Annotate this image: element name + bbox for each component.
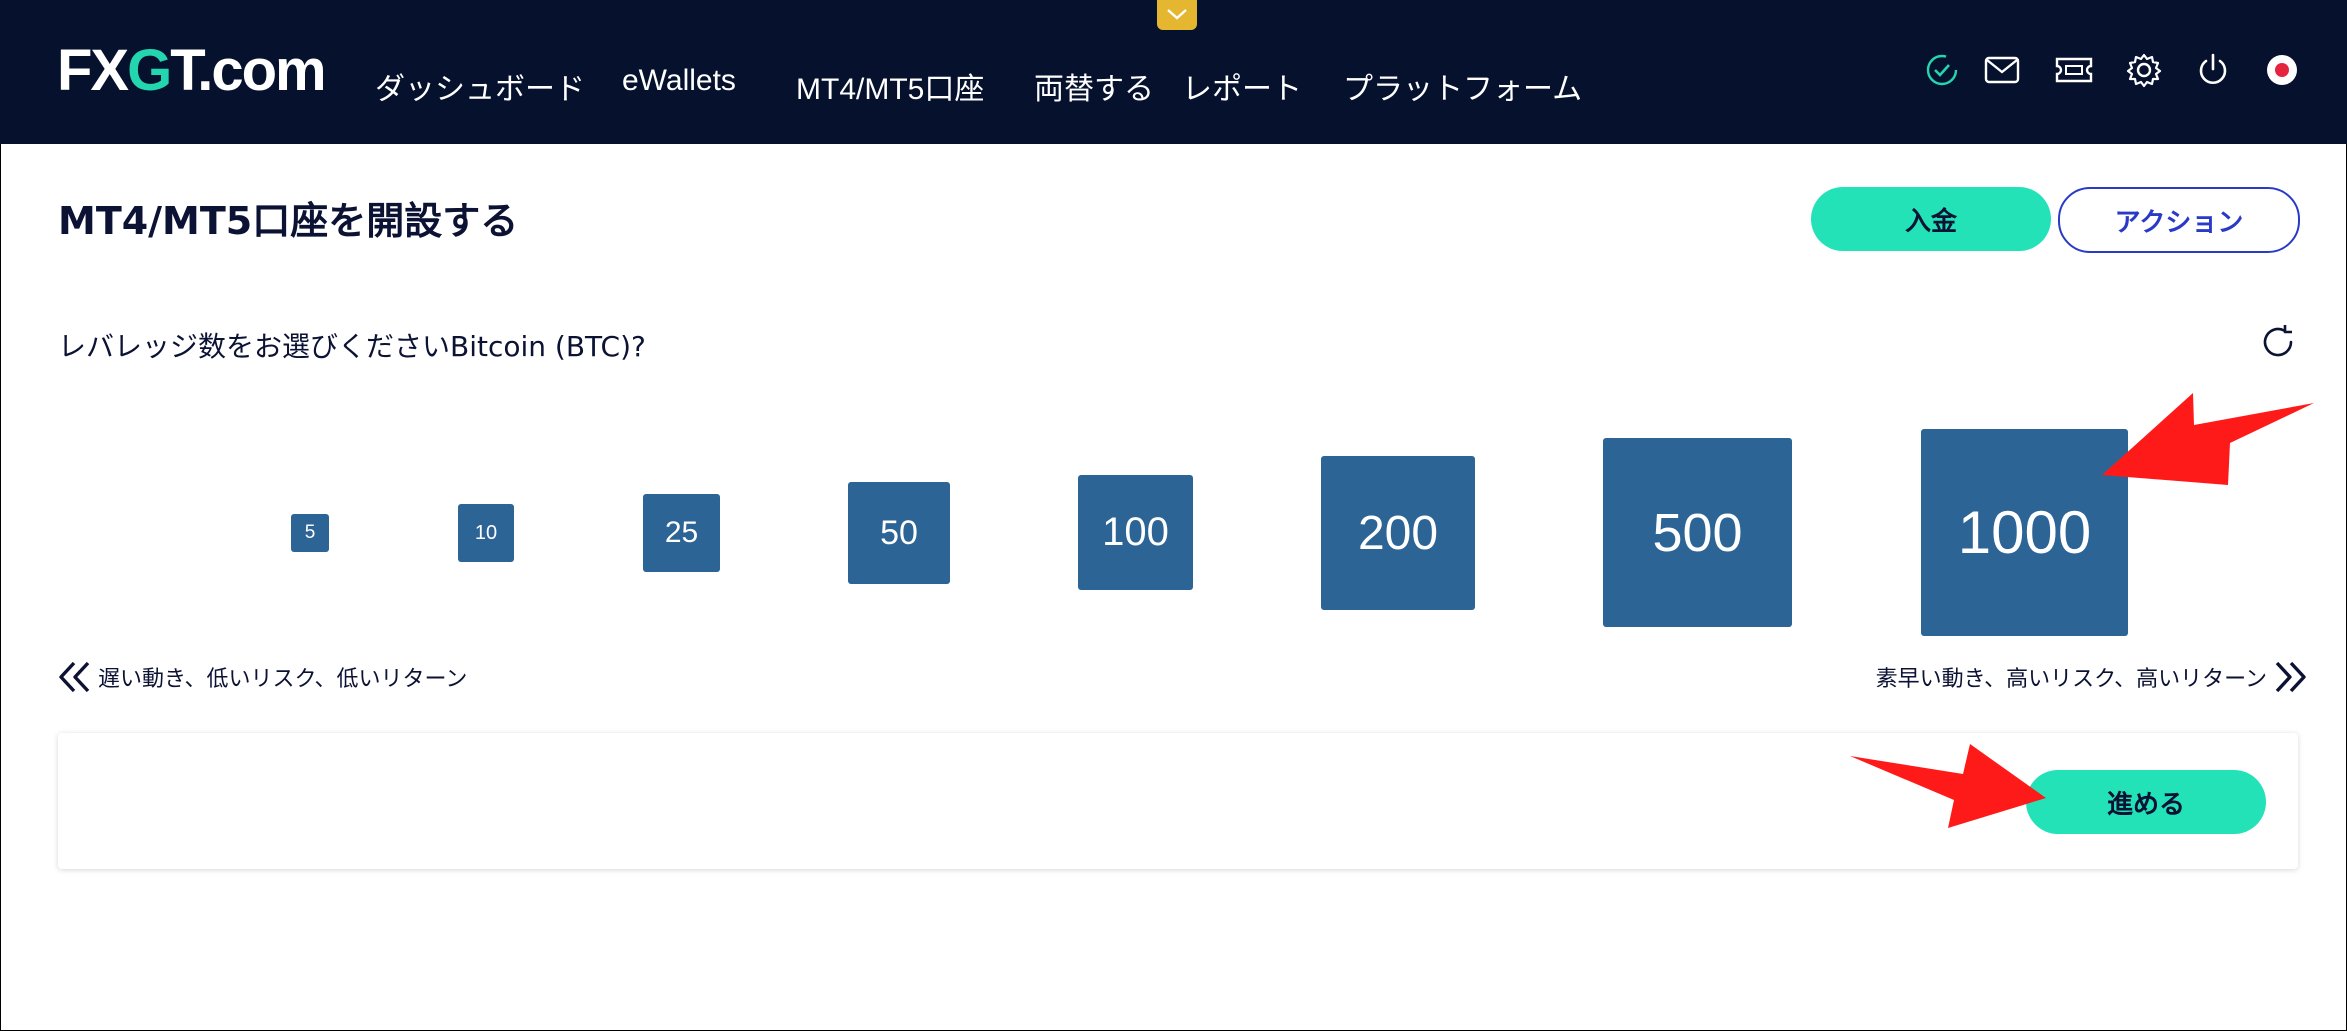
mail-icon[interactable] bbox=[1982, 50, 2022, 90]
deposit-button[interactable]: 入金 bbox=[1811, 187, 2051, 251]
collapse-tab[interactable] bbox=[1157, 0, 1197, 30]
leverage-option-25[interactable]: 25 bbox=[643, 494, 720, 572]
ticket-icon[interactable] bbox=[2054, 50, 2094, 90]
leverage-option-200[interactable]: 200 bbox=[1321, 456, 1475, 610]
leverage-option-5[interactable]: 5 bbox=[291, 514, 329, 552]
double-chevron-left-icon bbox=[59, 661, 90, 693]
annotation-arrow-leverage bbox=[2102, 393, 2314, 485]
gear-icon[interactable] bbox=[2124, 50, 2164, 90]
nav-dashboard[interactable]: ダッシュボード bbox=[375, 64, 585, 108]
proceed-button[interactable]: 進める bbox=[2026, 770, 2266, 834]
nav-ewallets[interactable]: eWallets bbox=[622, 64, 736, 98]
nav-platform[interactable]: プラットフォーム bbox=[1343, 64, 1582, 108]
annotation-arrow-proceed bbox=[1850, 744, 2046, 828]
leverage-question: レバレッジ数をお選びくださいBitcoin (BTC)? bbox=[58, 330, 646, 363]
leverage-option-500[interactable]: 500 bbox=[1603, 438, 1792, 627]
nav-mt4-mt5-accounts[interactable]: MT4/MT5口座 bbox=[796, 64, 984, 108]
page-title: MT4/MT5口座を開設する bbox=[58, 199, 519, 243]
low-risk-hint-text: 遅い動き、低いリスク、低いリターン bbox=[98, 667, 468, 692]
top-nav-bar: FXGT.com ダッシュボード eWallets MT4/MT5口座 両替する… bbox=[0, 0, 2347, 144]
leverage-option-100[interactable]: 100 bbox=[1078, 475, 1193, 590]
nav-exchange[interactable]: 両替する bbox=[1034, 64, 1154, 108]
high-risk-hint: 素早い動き、高いリスク、高いリターン bbox=[1876, 660, 2309, 694]
leverage-option-10[interactable]: 10 bbox=[458, 504, 514, 562]
chevron-down-icon bbox=[1167, 9, 1187, 20]
nav-reports[interactable]: レポート bbox=[1182, 64, 1302, 108]
high-risk-hint-text: 素早い動き、高いリスク、高いリターン bbox=[1875, 667, 2267, 692]
action-button[interactable]: アクション bbox=[2058, 187, 2300, 253]
fxgt-logo[interactable]: FXGT.com bbox=[57, 42, 327, 100]
low-risk-hint: 遅い動き、低いリスク、低いリターン bbox=[56, 660, 467, 694]
verified-check-icon[interactable] bbox=[1922, 50, 1962, 90]
double-chevron-right-icon bbox=[2275, 661, 2306, 693]
refresh-icon[interactable] bbox=[2258, 322, 2298, 362]
leverage-option-50[interactable]: 50 bbox=[848, 482, 950, 584]
language-flag-icon[interactable] bbox=[2262, 50, 2302, 90]
power-icon[interactable] bbox=[2193, 50, 2233, 90]
